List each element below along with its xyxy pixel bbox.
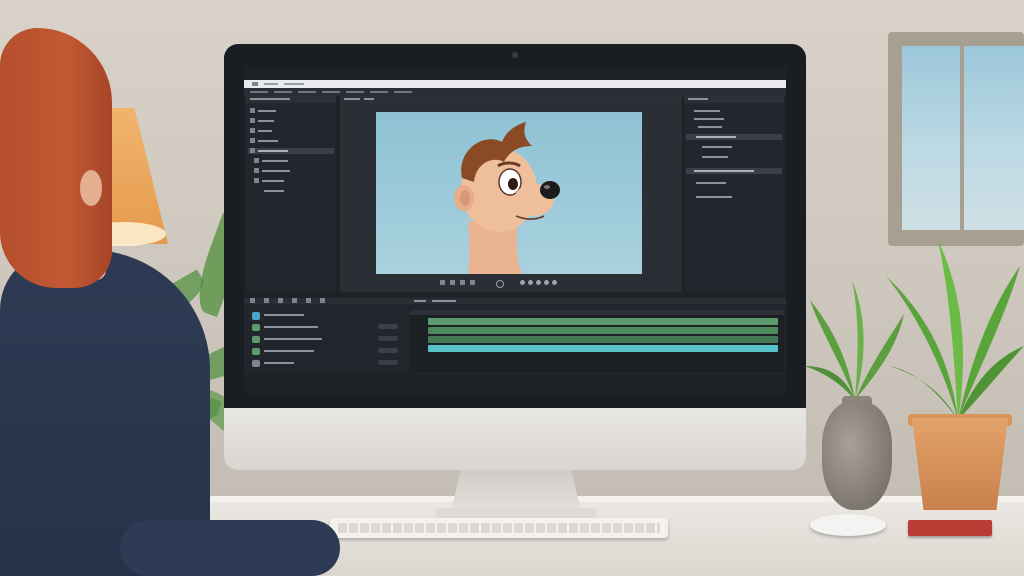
properties-panel-header xyxy=(684,96,784,103)
window-title-bar xyxy=(244,80,786,88)
magnifier-icon[interactable] xyxy=(496,280,504,288)
monitor-screen xyxy=(244,66,786,394)
timeline-clip[interactable] xyxy=(428,336,778,343)
keyboard-keys xyxy=(338,523,660,533)
property-row-selected[interactable] xyxy=(686,134,782,140)
menu-bar[interactable] xyxy=(244,88,786,96)
plant-pot xyxy=(912,418,1008,510)
timeline-clip[interactable] xyxy=(428,318,778,325)
app-icon xyxy=(252,82,258,86)
monitor-chin xyxy=(224,408,806,470)
timeline-ruler[interactable] xyxy=(410,310,784,315)
layer-icon xyxy=(252,312,260,320)
property-row[interactable] xyxy=(686,168,782,174)
timeline-toolbar[interactable] xyxy=(244,298,786,304)
person-hair xyxy=(0,28,112,288)
properties-panel xyxy=(684,96,784,292)
potted-plant xyxy=(886,240,1024,420)
webcam xyxy=(512,52,518,58)
cartoon-character xyxy=(454,122,560,274)
person-arm xyxy=(120,520,340,576)
timeline-tracks[interactable] xyxy=(410,310,784,372)
viewer-header xyxy=(340,96,682,103)
track-headers xyxy=(252,312,402,368)
project-item-selected[interactable] xyxy=(248,148,334,154)
project-panel xyxy=(246,96,336,292)
preview-canvas xyxy=(376,112,642,274)
timeline-clip[interactable] xyxy=(428,327,778,334)
timeline-clip[interactable] xyxy=(428,345,778,352)
viewer-transport-controls[interactable] xyxy=(440,280,580,288)
person-ear xyxy=(80,170,102,206)
phone xyxy=(908,520,992,536)
window-mullion xyxy=(960,46,964,230)
project-panel-header xyxy=(246,96,336,103)
mouse xyxy=(810,514,886,536)
